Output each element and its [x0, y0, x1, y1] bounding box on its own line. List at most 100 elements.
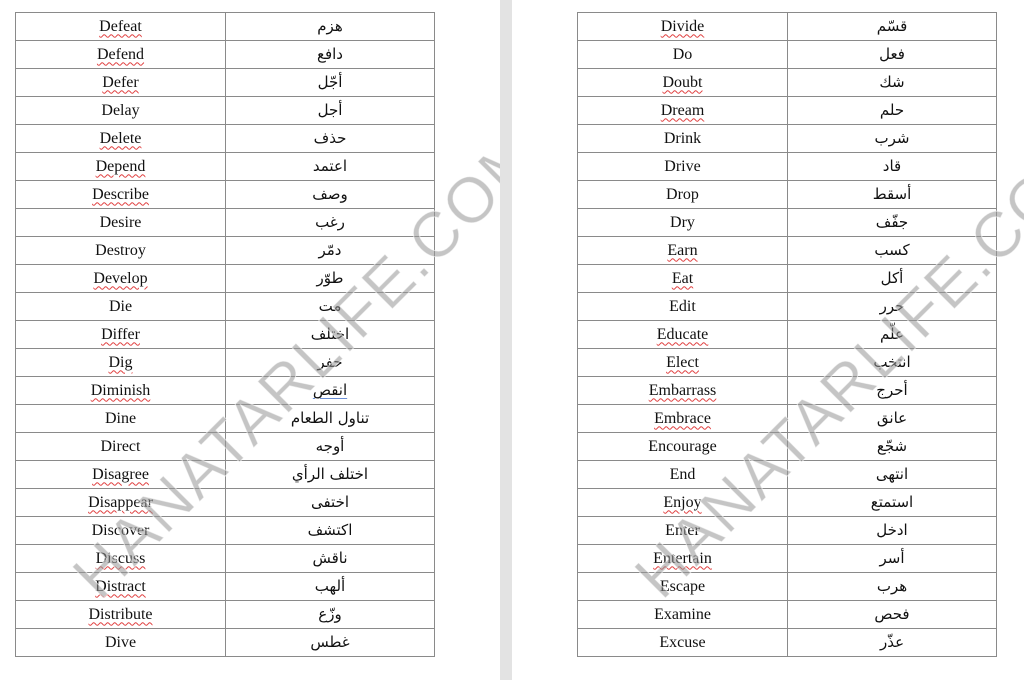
english-word-cell[interactable]: Develop	[15, 264, 226, 293]
english-word-cell[interactable]: Defend	[15, 40, 226, 69]
english-word-cell[interactable]: Desire	[15, 208, 226, 237]
english-word-cell[interactable]: Describe	[15, 180, 226, 209]
english-word-cell[interactable]: Diminish	[15, 376, 226, 405]
arabic-translation-cell[interactable]: استمتع	[787, 488, 997, 517]
arabic-translation-cell[interactable]: اكتشف	[225, 516, 435, 545]
english-word-cell[interactable]: Drink	[577, 124, 788, 153]
arabic-translation-cell[interactable]: دمّر	[225, 236, 435, 265]
english-word-cell[interactable]: Discuss	[15, 544, 226, 573]
arabic-translation-cell[interactable]: جفّف	[787, 208, 997, 237]
english-word-cell[interactable]: Discover	[15, 516, 226, 545]
arabic-translation-cell[interactable]: شرب	[787, 124, 997, 153]
english-word-cell[interactable]: Dig	[15, 348, 226, 377]
arabic-translation-cell[interactable]: علّم	[787, 320, 997, 349]
arabic-translation-cell[interactable]: حرر	[787, 292, 997, 321]
arabic-translation-cell[interactable]: حذف	[225, 124, 435, 153]
arabic-translation-cell[interactable]: اختلف	[225, 320, 435, 349]
english-word-cell[interactable]: Defer	[15, 68, 226, 97]
arabic-translation-cell[interactable]: شجّع	[787, 432, 997, 461]
english-word-cell[interactable]: Dry	[577, 208, 788, 237]
arabic-translation-cell[interactable]: ألهب	[225, 572, 435, 601]
arabic-translation-cell[interactable]: قاد	[787, 152, 997, 181]
english-word-cell[interactable]: Disagree	[15, 460, 226, 489]
english-word-cell[interactable]: Dream	[577, 96, 788, 125]
english-word-cell[interactable]: Eat	[577, 264, 788, 293]
english-word-cell[interactable]: Do	[577, 40, 788, 69]
english-word-cell[interactable]: Escape	[577, 572, 788, 601]
english-word: Direct	[100, 437, 141, 455]
english-word-cell[interactable]: Delete	[15, 124, 226, 153]
arabic-translation-cell[interactable]: هزم	[225, 12, 435, 41]
arabic-translation-cell[interactable]: شك	[787, 68, 997, 97]
arabic-translation-cell[interactable]: انتهى	[787, 460, 997, 489]
english-word-cell[interactable]: Disappear	[15, 488, 226, 517]
arabic-translation-cell[interactable]: أكل	[787, 264, 997, 293]
english-word-cell[interactable]: End	[577, 460, 788, 489]
english-word-cell[interactable]: Examine	[577, 600, 788, 629]
arabic-translation-cell[interactable]: رغب	[225, 208, 435, 237]
english-word-cell[interactable]: Dive	[15, 628, 226, 657]
arabic-translation-cell[interactable]: ادخل	[787, 516, 997, 545]
arabic-translation-cell[interactable]: اعتمد	[225, 152, 435, 181]
english-word-cell[interactable]: Destroy	[15, 236, 226, 265]
english-word-cell[interactable]: Elect	[577, 348, 788, 377]
arabic-translation-cell[interactable]: أجل	[225, 96, 435, 125]
english-word-cell[interactable]: Depend	[15, 152, 226, 181]
english-word-cell[interactable]: Die	[15, 292, 226, 321]
english-word-cell[interactable]: Embrace	[577, 404, 788, 433]
arabic-translation-cell[interactable]: اختفى	[225, 488, 435, 517]
arabic-translation-cell[interactable]: قسّم	[787, 12, 997, 41]
arabic-translation-cell[interactable]: وصف	[225, 180, 435, 209]
arabic-translation-cell[interactable]: مت	[225, 292, 435, 321]
english-word-cell[interactable]: Encourage	[577, 432, 788, 461]
english-word-cell[interactable]: Edit	[577, 292, 788, 321]
arabic-translation-cell[interactable]: انقص	[225, 376, 435, 405]
arabic-translation-cell[interactable]: اختلف الرأي	[225, 460, 435, 489]
english-word-cell[interactable]: Dine	[15, 404, 226, 433]
arabic-translation-cell[interactable]: دافع	[225, 40, 435, 69]
arabic-translation-cell[interactable]: فعل	[787, 40, 997, 69]
english-word-cell[interactable]: Enter	[577, 516, 788, 545]
arabic-translation-cell[interactable]: أجّل	[225, 68, 435, 97]
arabic-translation-cell[interactable]: حفر	[225, 348, 435, 377]
table-row: Differ اختلف	[15, 320, 435, 349]
arabic-translation-cell[interactable]: عانق	[787, 404, 997, 433]
arabic-translation-cell[interactable]: هرب	[787, 572, 997, 601]
arabic-translation-cell[interactable]: أوجه	[225, 432, 435, 461]
arabic-translation-cell[interactable]: فحص	[787, 600, 997, 629]
arabic-translation-cell[interactable]: انتخب	[787, 348, 997, 377]
arabic-translation-cell[interactable]: عذّر	[787, 628, 997, 657]
arabic-translation-cell[interactable]: طوّر	[225, 264, 435, 293]
english-word-cell[interactable]: Distract	[15, 572, 226, 601]
arabic-translation-cell[interactable]: كسب	[787, 236, 997, 265]
english-word-cell[interactable]: Direct	[15, 432, 226, 461]
english-word: Escape	[659, 577, 706, 595]
table-row: Dine تناول الطعام	[15, 404, 435, 433]
english-word-cell[interactable]: Entertain	[577, 544, 788, 573]
arabic-translation-cell[interactable]: أسقط	[787, 180, 997, 209]
arabic-translation: انقص	[312, 381, 348, 399]
table-row: Depend اعتمد	[15, 152, 435, 181]
english-word-cell[interactable]: Excuse	[577, 628, 788, 657]
arabic-translation: قاد	[882, 157, 902, 175]
arabic-translation-cell[interactable]: وزّع	[225, 600, 435, 629]
english-word: Destroy	[95, 241, 146, 259]
english-word-cell[interactable]: Educate	[577, 320, 788, 349]
arabic-translation-cell[interactable]: أحرج	[787, 376, 997, 405]
english-word-cell[interactable]: Embarrass	[577, 376, 788, 405]
arabic-translation-cell[interactable]: غطس	[225, 628, 435, 657]
arabic-translation-cell[interactable]: تناول الطعام	[225, 404, 435, 433]
english-word-cell[interactable]: Differ	[15, 320, 226, 349]
english-word-cell[interactable]: Delay	[15, 96, 226, 125]
english-word-cell[interactable]: Distribute	[15, 600, 226, 629]
english-word-cell[interactable]: Drop	[577, 180, 788, 209]
arabic-translation-cell[interactable]: أسر	[787, 544, 997, 573]
arabic-translation-cell[interactable]: حلم	[787, 96, 997, 125]
english-word-cell[interactable]: Doubt	[577, 68, 788, 97]
english-word-cell[interactable]: Drive	[577, 152, 788, 181]
english-word-cell[interactable]: Earn	[577, 236, 788, 265]
arabic-translation-cell[interactable]: ناقش	[225, 544, 435, 573]
english-word-cell[interactable]: Divide	[577, 12, 788, 41]
english-word-cell[interactable]: Enjoy	[577, 488, 788, 517]
english-word-cell[interactable]: Defeat	[15, 12, 226, 41]
